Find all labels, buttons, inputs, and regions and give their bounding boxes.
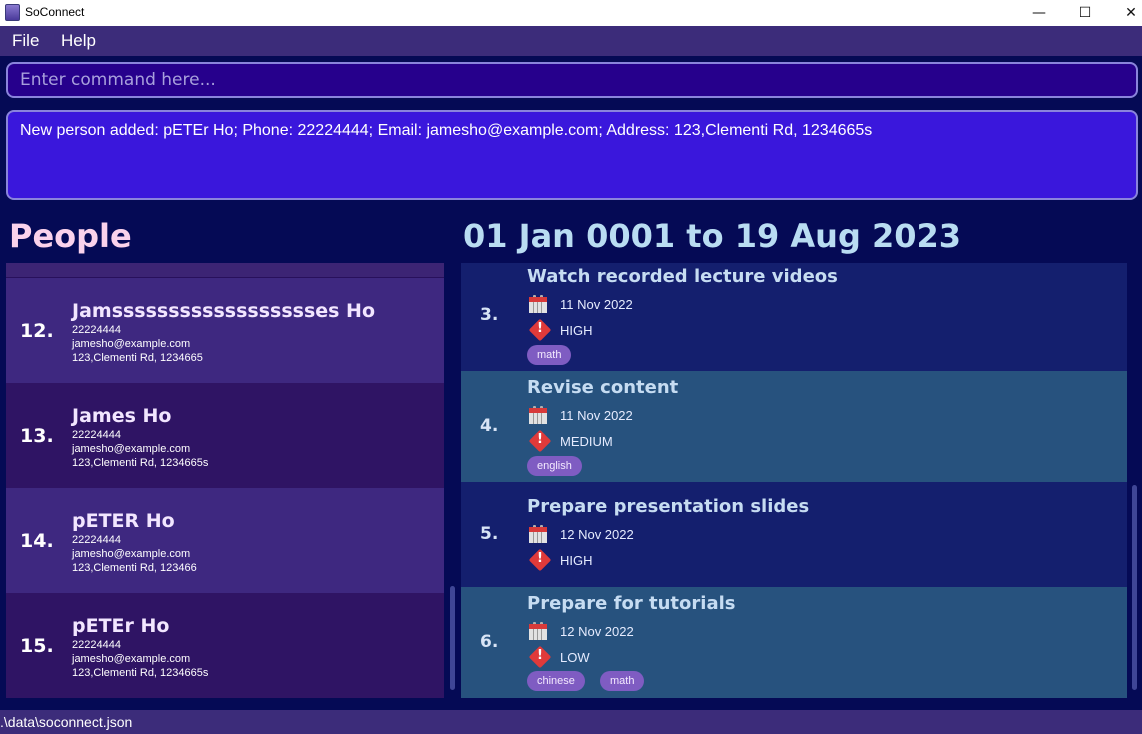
- tag-chip: math: [600, 671, 645, 691]
- person-email: jamesho@example.com: [72, 443, 191, 455]
- task-title: Revise content: [527, 377, 679, 398]
- task-title: Prepare presentation slides: [527, 496, 810, 517]
- calendar-icon: [529, 295, 547, 313]
- task-date-range-heading: 01 Jan 0001 to 19 Aug 2023: [463, 217, 962, 255]
- status-bar: .\data\soconnect.json: [0, 710, 1142, 734]
- task-priority: HIGH: [560, 553, 593, 568]
- person-phone: 22224444: [72, 639, 121, 651]
- person-name: Jamsssssssssssssssssses Ho: [72, 300, 376, 322]
- person-name: pETER Ho: [72, 510, 175, 532]
- task-date: 11 Nov 2022: [560, 408, 633, 423]
- task-date: 12 Nov 2022: [560, 527, 634, 542]
- window-title: SoConnect: [25, 5, 85, 19]
- people-heading: People: [9, 217, 132, 255]
- person-email: jamesho@example.com: [72, 653, 191, 665]
- task-title: Watch recorded lecture videos: [527, 266, 838, 287]
- task-date: 12 Nov 2022: [560, 624, 634, 639]
- person-phone: 22224444: [72, 534, 121, 546]
- person-address: 123,Clementi Rd, 1234665s: [72, 457, 209, 469]
- person-index: 13.: [20, 425, 54, 447]
- person-name: pETEr Ho: [72, 615, 170, 637]
- person-email: jamesho@example.com: [72, 548, 191, 560]
- task-card[interactable]: 3. Watch recorded lecture videos 11 Nov …: [461, 263, 1127, 371]
- priority-icon: !: [528, 318, 552, 342]
- menu-help[interactable]: Help: [61, 31, 96, 51]
- person-email: jamesho@example.com: [72, 338, 191, 350]
- task-index: 6.: [480, 632, 499, 652]
- tag-chip: chinese: [527, 671, 585, 691]
- person-index: 15.: [20, 635, 54, 657]
- app-icon: [5, 4, 20, 21]
- maximize-button[interactable]: ☐: [1062, 0, 1108, 26]
- data-file-path: .\data\soconnect.json: [0, 714, 133, 730]
- calendar-icon: [529, 525, 547, 543]
- result-display: New person added: pETEr Ho; Phone: 22224…: [6, 110, 1138, 200]
- people-list[interactable]: 12. Jamsssssssssssssssssses Ho 22224444 …: [6, 263, 444, 698]
- minimize-button[interactable]: —: [1016, 0, 1062, 26]
- person-card[interactable]: 14. pETER Ho 22224444 jamesho@example.co…: [6, 488, 444, 593]
- menu-bar: File Help: [0, 26, 1142, 56]
- menu-file[interactable]: File: [12, 31, 39, 51]
- person-name: James Ho: [72, 405, 172, 427]
- priority-icon: !: [528, 548, 552, 572]
- task-title: Prepare for tutorials: [527, 593, 736, 614]
- task-card[interactable]: 6. Prepare for tutorials 12 Nov 2022 ! L…: [461, 587, 1127, 698]
- task-scrollbar[interactable]: [1132, 485, 1137, 690]
- partial-person-card: [6, 263, 444, 277]
- person-phone: 22224444: [72, 429, 121, 441]
- task-priority: LOW: [560, 650, 590, 665]
- task-card[interactable]: 4. Revise content 11 Nov 2022 ! MEDIUM e…: [461, 371, 1127, 482]
- close-button[interactable]: ✕: [1108, 0, 1142, 26]
- person-address: 123,Clementi Rd, 123466: [72, 562, 197, 574]
- calendar-icon: [529, 406, 547, 424]
- priority-icon: !: [528, 645, 552, 669]
- person-card[interactable]: 12. Jamsssssssssssssssssses Ho 22224444 …: [6, 278, 444, 383]
- tag-chip: math: [527, 345, 572, 365]
- person-address: 123,Clementi Rd, 1234665: [72, 352, 203, 364]
- person-card[interactable]: 13. James Ho 22224444 jamesho@example.co…: [6, 383, 444, 488]
- person-address: 123,Clementi Rd, 1234665s: [72, 667, 209, 679]
- task-index: 4.: [480, 416, 499, 436]
- task-priority: HIGH: [560, 323, 593, 338]
- task-priority: MEDIUM: [560, 434, 613, 449]
- tag-chip: english: [527, 456, 582, 476]
- task-date: 11 Nov 2022: [560, 297, 633, 312]
- calendar-icon: [529, 622, 547, 640]
- priority-icon: !: [528, 429, 552, 453]
- people-scrollbar[interactable]: [450, 586, 455, 690]
- person-index: 12.: [20, 320, 54, 342]
- title-bar: SoConnect — ☐ ✕: [0, 0, 1142, 26]
- result-text: New person added: pETEr Ho; Phone: 22224…: [20, 122, 873, 139]
- person-card[interactable]: 15. pETEr Ho 22224444 jamesho@example.co…: [6, 593, 444, 698]
- task-card[interactable]: 5. Prepare presentation slides 12 Nov 20…: [461, 482, 1127, 587]
- task-index: 3.: [480, 305, 499, 325]
- person-index: 14.: [20, 530, 54, 552]
- person-phone: 22224444: [72, 324, 121, 336]
- command-input[interactable]: [6, 62, 1138, 98]
- task-list[interactable]: 3. Watch recorded lecture videos 11 Nov …: [461, 263, 1127, 698]
- task-index: 5.: [480, 524, 499, 544]
